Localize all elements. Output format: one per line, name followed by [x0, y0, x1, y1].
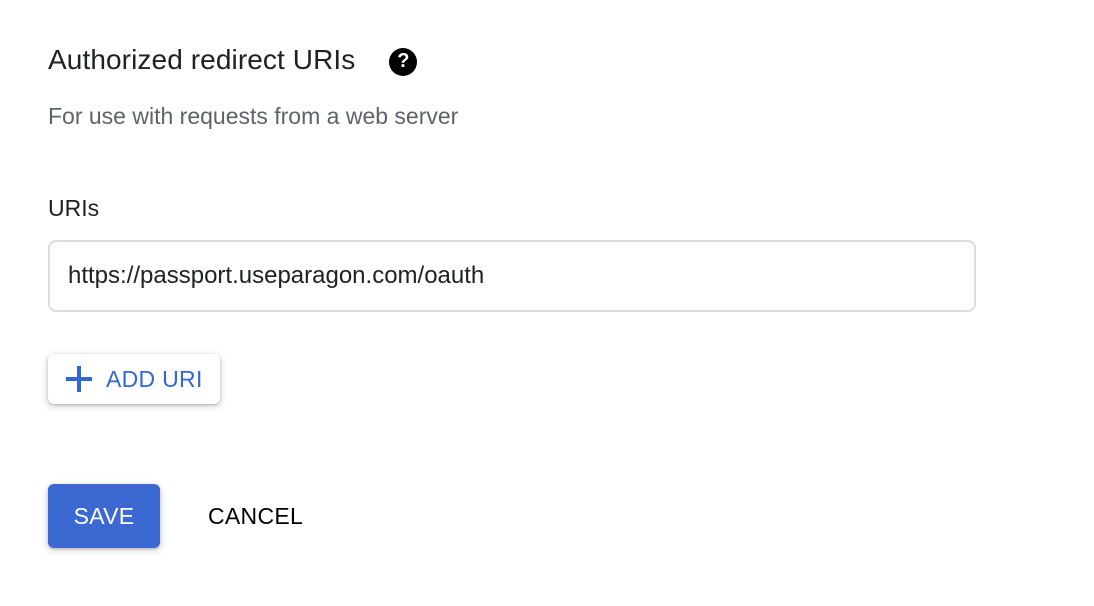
section-header: Authorized redirect URIs ? [48, 40, 418, 80]
save-button[interactable]: SAVE [48, 484, 160, 548]
help-circle-icon[interactable]: ? [389, 47, 418, 76]
section-description: For use with requests from a web server [48, 103, 459, 129]
redirect-uris-panel: Authorized redirect URIs ? For use with … [0, 0, 1094, 606]
add-uri-button[interactable]: ADD URI [48, 354, 220, 404]
uri-input[interactable] [48, 240, 976, 312]
plus-icon [66, 366, 92, 392]
add-uri-label: ADD URI [106, 365, 203, 392]
section-title: Authorized redirect URIs [48, 44, 356, 75]
cancel-button[interactable]: CANCEL [190, 484, 321, 548]
uris-label: URIs [48, 195, 100, 221]
